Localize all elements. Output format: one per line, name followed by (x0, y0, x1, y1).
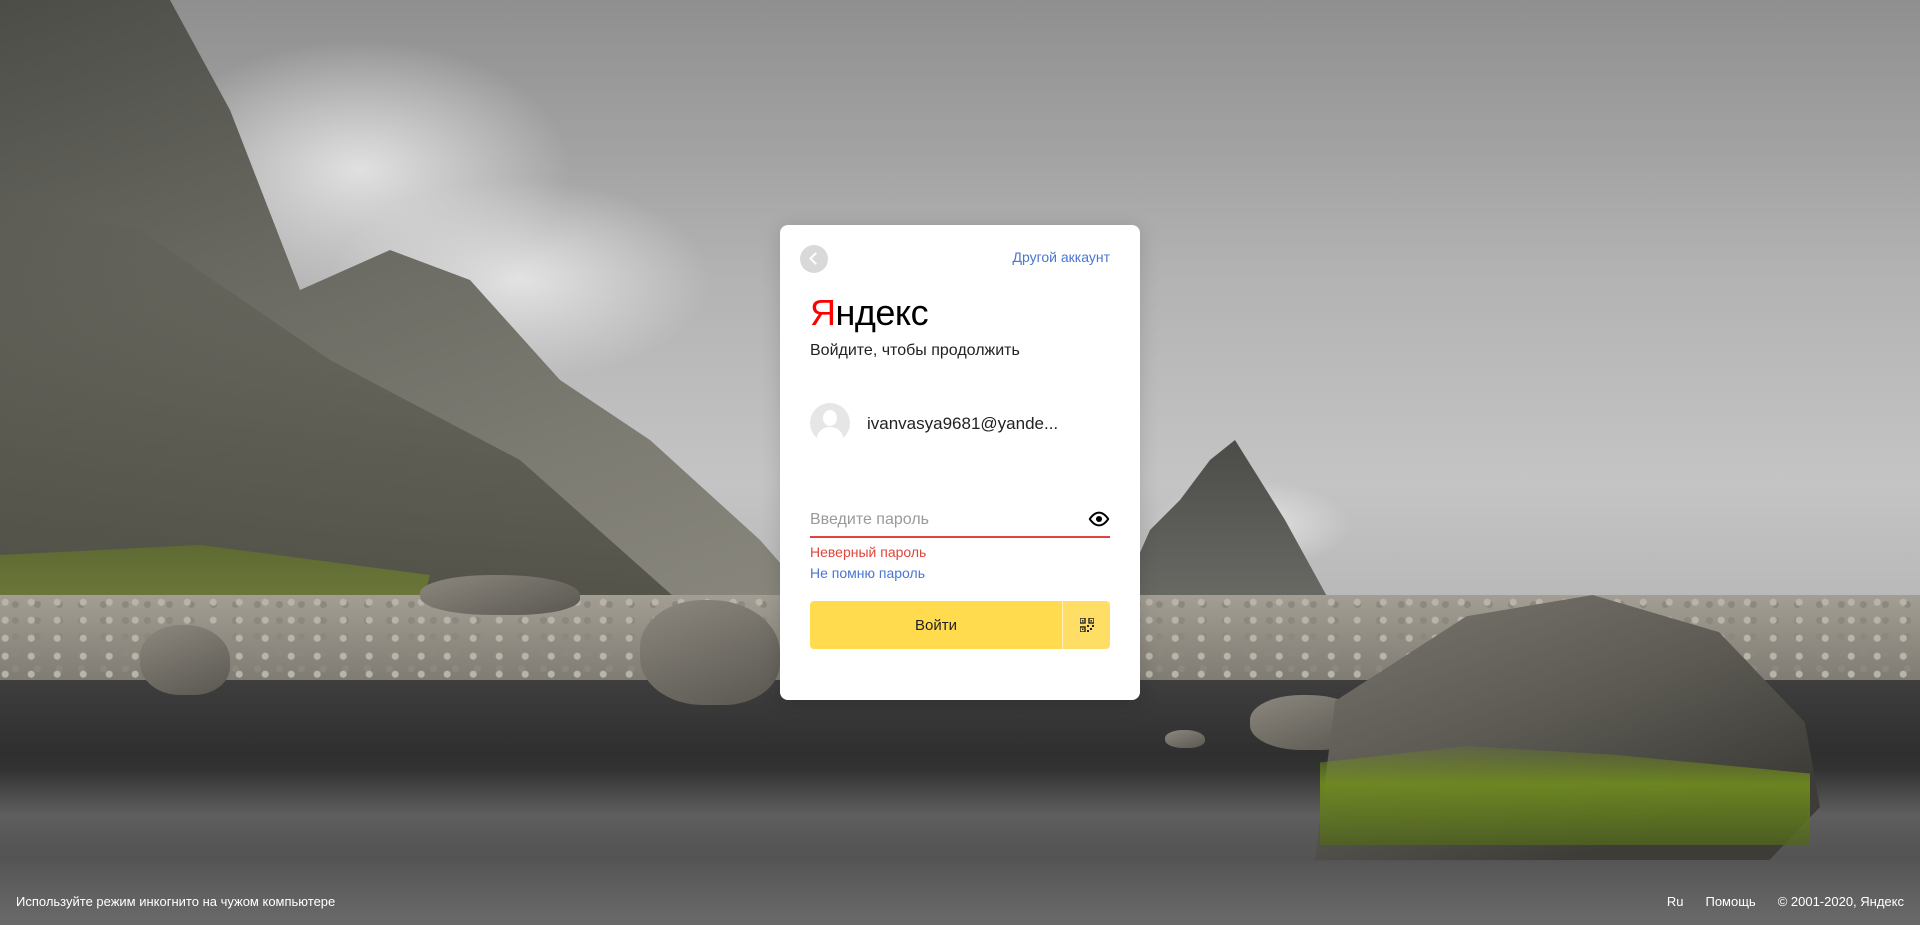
language-switcher[interactable]: Ru (1667, 894, 1684, 909)
password-input[interactable] (810, 506, 1070, 534)
logo-text: ндекс (835, 292, 929, 333)
incognito-hint: Используйте режим инкогнито на чужом ком… (16, 894, 336, 909)
account-email: ivanvasya9681@yande... (867, 414, 1059, 433)
login-button[interactable]: Войти (810, 601, 1062, 649)
rock (1165, 730, 1205, 748)
account-selector[interactable]: ivanvasya9681@yande... (810, 403, 1110, 445)
rock (140, 625, 230, 695)
footer-links: Ru Помощь © 2001-2020, Яндекс (1667, 894, 1904, 909)
rock (640, 600, 780, 705)
eye-icon[interactable] (1088, 511, 1110, 527)
qr-login-button[interactable] (1062, 601, 1110, 649)
other-account-link[interactable]: Другой аккаунт (1012, 249, 1110, 265)
copyright: © 2001-2020, Яндекс (1777, 894, 1904, 909)
qr-code-icon (1080, 618, 1094, 632)
password-field (810, 506, 1110, 538)
chevron-left-icon (809, 252, 822, 265)
user-avatar-icon (810, 403, 850, 443)
forgot-password-link[interactable]: Не помню пароль (810, 565, 925, 581)
logo-letter-ya: Я (810, 292, 836, 333)
password-error: Неверный пароль (810, 544, 927, 560)
back-button[interactable] (800, 245, 828, 273)
rock (420, 575, 580, 615)
login-subtitle: Войдите, чтобы продолжить (810, 342, 1020, 359)
login-card: Другой аккаунт Яндекс Войдите, чтобы про… (780, 225, 1140, 700)
yandex-logo: Яндекс (810, 292, 929, 333)
help-link[interactable]: Помощь (1705, 894, 1755, 909)
